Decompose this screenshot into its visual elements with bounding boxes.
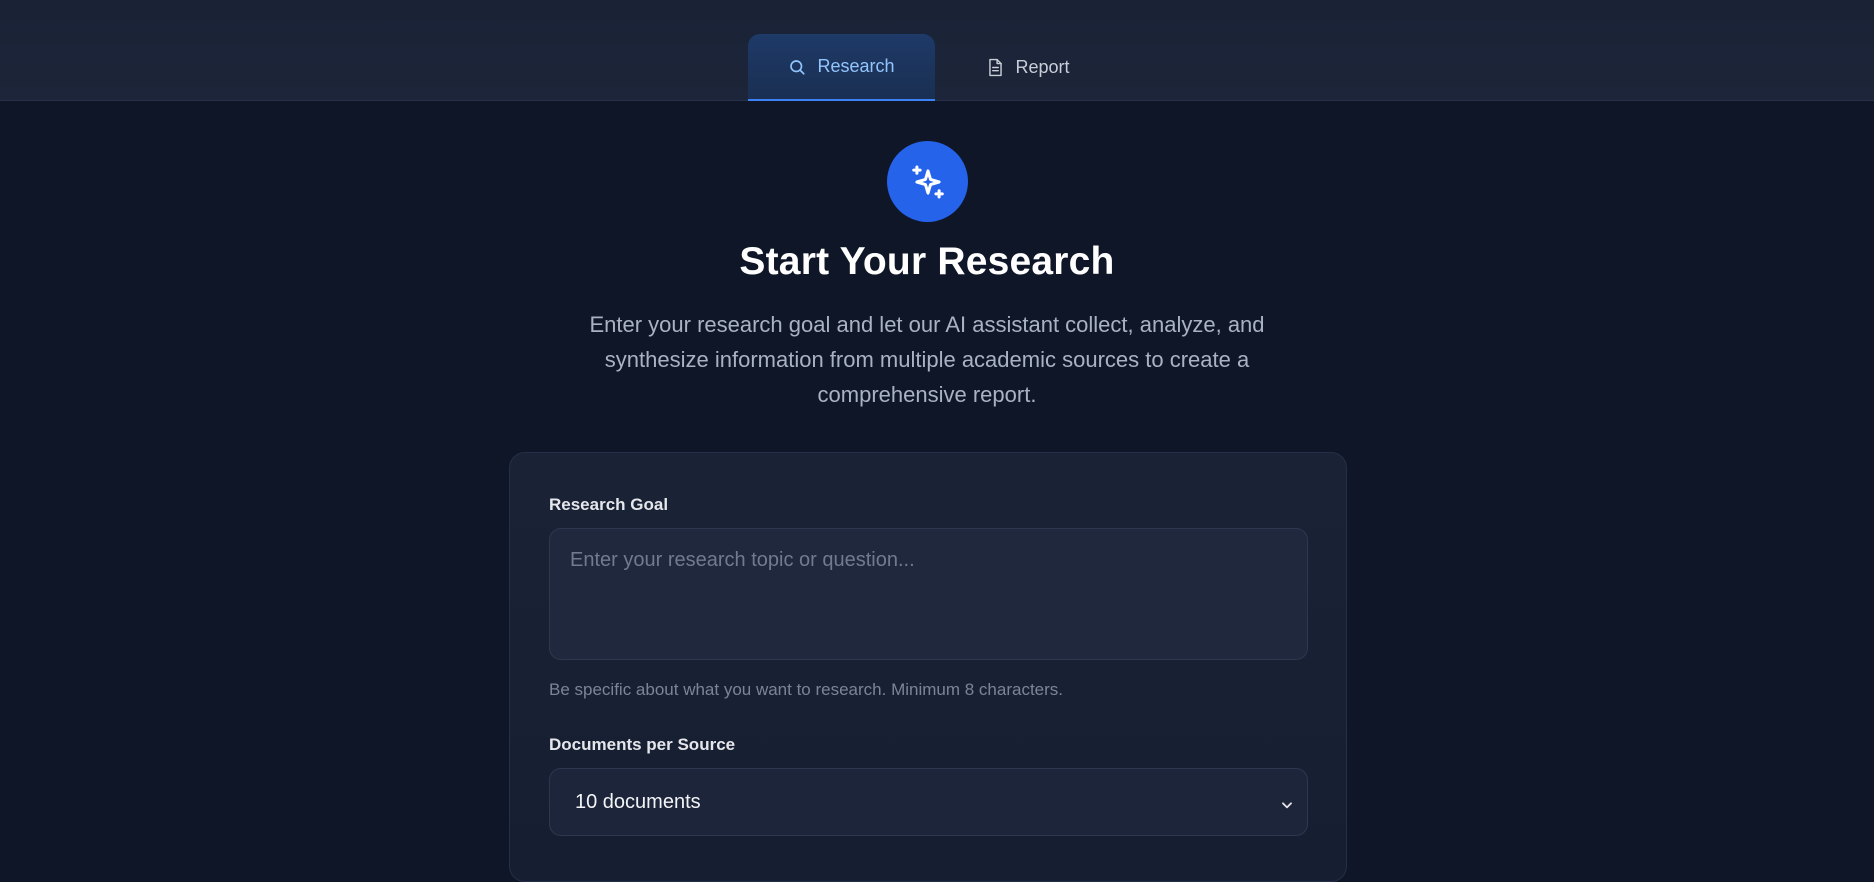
page-title: Start Your Research	[739, 240, 1115, 283]
documents-per-source-label: Documents per Source	[549, 735, 736, 754]
research-goal-input[interactable]	[549, 528, 1308, 660]
documents-per-source-value: 10 documents	[575, 790, 701, 813]
research-goal-label: Research Goal	[549, 495, 669, 514]
tab-report-label: Report	[1015, 57, 1070, 77]
tab-bar: Research Report	[748, 34, 1116, 101]
top-nav-bar: Research Report	[0, 0, 1874, 101]
tab-research-label: Research	[817, 56, 895, 76]
sparkles-icon	[887, 141, 968, 222]
tab-research[interactable]: Research	[748, 34, 935, 101]
research-goal-hint: Be specific about what you want to resea…	[549, 680, 1064, 699]
documents-per-source-select[interactable]: 10 documents	[549, 768, 1308, 836]
document-icon	[987, 58, 1004, 77]
research-form-card: Research Goal Be specific about what you…	[509, 452, 1347, 882]
search-icon	[788, 58, 806, 76]
tab-report[interactable]: Report	[941, 34, 1116, 101]
page-description: Enter your research goal and let our AI …	[589, 312, 1265, 407]
chevron-down-icon	[1280, 795, 1294, 818]
